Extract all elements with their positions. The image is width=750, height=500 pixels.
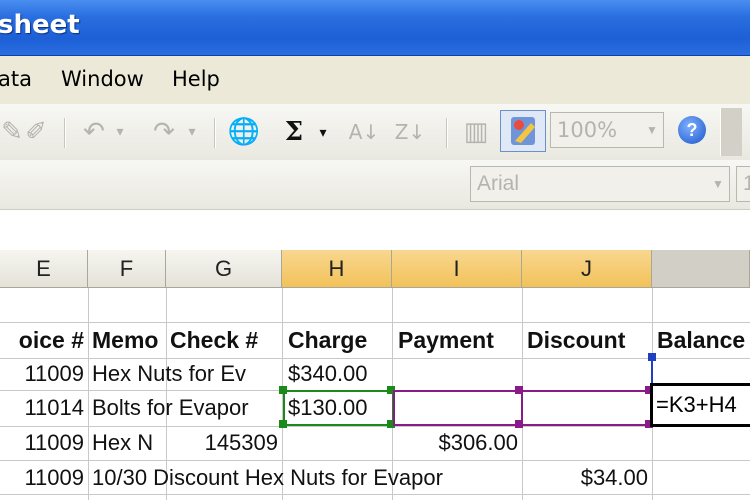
table-cell[interactable]: 11009 [0,358,84,390]
menu-item-help[interactable]: Help [172,67,220,91]
column-header-h[interactable]: H [282,250,392,288]
table-cell[interactable]: 10/30 Discount Hex Nuts for Evapor [92,462,522,494]
window-title: sheet [0,10,80,40]
undo-dropdown-icon[interactable]: ▾ [110,114,130,150]
chart-wizard-icon[interactable]: ▥ [458,114,494,150]
column-header-g[interactable]: G [166,250,282,288]
font-name-value: Arial [477,172,520,195]
title-bar: sheet [0,0,750,56]
cell-header-check[interactable]: Check # [170,324,282,356]
table-cell[interactable]: Hex Nuts for Ev [92,358,282,390]
redo-icon[interactable]: ↷ [146,114,182,150]
autosum-dropdown-icon[interactable]: ▾ [312,114,334,150]
column-header-e[interactable]: E [0,250,88,288]
zoom-value: 100% [557,118,618,142]
cell-header-invoice[interactable]: oice # [0,324,84,356]
precedent-range-i4 [393,390,523,426]
active-cell-editor[interactable]: =K3+H4 [650,383,750,427]
cell-header-payment[interactable]: Payment [398,324,522,356]
grid-line [0,460,750,461]
drawing-button[interactable] [500,110,546,152]
toolbar-separator [214,118,216,148]
cell-header-discount[interactable]: Discount [527,324,652,356]
brush-icon[interactable]: ✐ [18,114,54,150]
range-handle[interactable] [515,420,523,428]
precedent-range-h4 [283,390,394,426]
toolbar-options-grip[interactable] [720,108,742,156]
sort-descending-icon[interactable]: Z↓ [392,114,428,150]
table-cell[interactable]: 145309 [166,427,278,459]
table-cell[interactable]: $340.00 [288,358,392,390]
table-cell[interactable]: 11009 [0,462,84,494]
toolbar-separator [64,118,66,148]
column-header-j[interactable]: J [522,250,652,288]
table-cell[interactable]: $306.00 [392,427,518,459]
menu-item-data[interactable]: ata [0,67,32,91]
grid-line [88,288,89,500]
table-cell[interactable]: 11014 [0,392,84,424]
column-header-f[interactable]: F [88,250,166,288]
redo-dropdown-icon[interactable]: ▾ [182,114,202,150]
table-cell[interactable]: 11009 [0,427,84,459]
cell-header-charge[interactable]: Charge [288,324,392,356]
table-cell[interactable]: Bolts for Evapor [92,392,282,424]
precedent-range-j4 [521,390,652,426]
grid-line [0,494,750,495]
formula-bar-area [0,210,750,250]
active-cell-formula: =K3+H4 [656,392,737,417]
chevron-down-icon[interactable]: ▼ [641,113,663,147]
table-cell[interactable]: $34.00 [522,462,648,494]
column-header-i[interactable]: I [392,250,522,288]
help-button[interactable]: ? [678,116,706,144]
range-handle[interactable] [279,420,287,428]
font-size-select[interactable]: 1 [736,166,750,202]
autosum-icon[interactable]: Σ [276,114,312,150]
range-handle[interactable] [648,353,656,361]
menu-item-window[interactable]: Window [61,67,144,91]
sort-ascending-icon[interactable]: A↓ [346,114,382,150]
column-header-k[interactable] [652,250,750,288]
zoom-select[interactable]: 100% ▼ [550,112,664,148]
toolbar-separator [446,118,448,148]
undo-icon[interactable]: ↶ [76,114,112,150]
grid-line [0,322,750,323]
cell-header-balance[interactable]: Balance [657,324,750,356]
hyperlink-icon[interactable]: 🌐 [226,114,262,150]
range-handle[interactable] [515,386,523,394]
font-size-value: 1 [743,172,750,195]
font-name-select[interactable]: Arial ▼ [470,166,730,202]
chevron-down-icon[interactable]: ▼ [707,167,729,201]
table-cell[interactable]: Hex N [92,427,166,459]
range-handle[interactable] [279,386,287,394]
cell-header-memo[interactable]: Memo [92,324,166,356]
drawing-icon [511,117,535,145]
menu-bar: ata Window Help [0,56,750,104]
